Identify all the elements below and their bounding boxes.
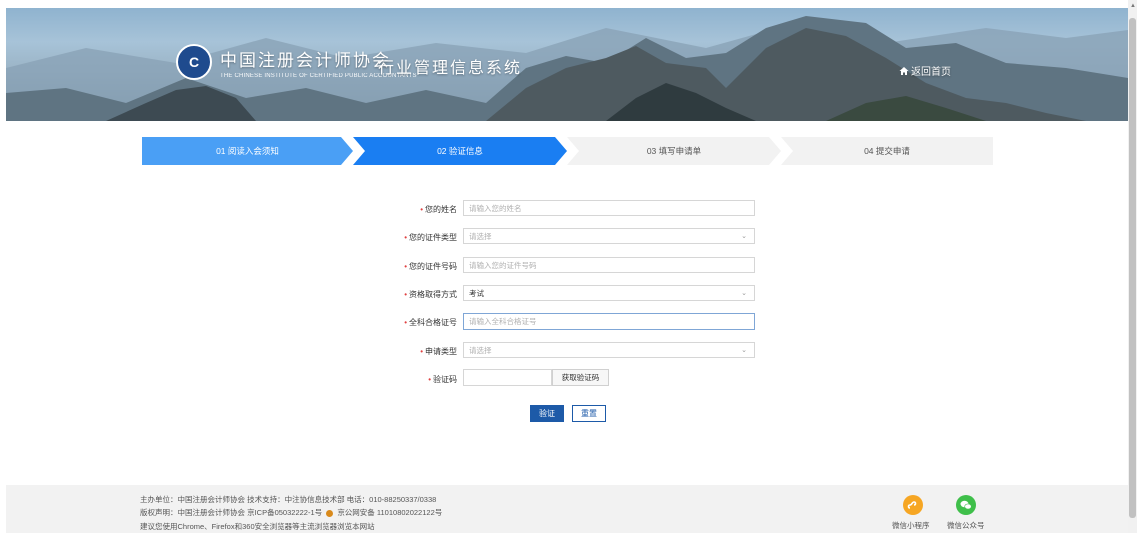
id-type-label: • 您的证件类型	[404, 233, 457, 242]
id-type-select[interactable]: 请选择 ⌄	[463, 228, 755, 244]
name-label: • 您的姓名	[420, 205, 457, 214]
verify-button[interactable]: 验证	[530, 405, 564, 422]
logo-emblem-icon: C	[176, 44, 212, 80]
step-2-label: 02 验证信息	[437, 146, 483, 156]
qualification-method-label: • 资格取得方式	[404, 290, 457, 299]
step-2: 02 验证信息	[353, 137, 567, 165]
footer: 主办单位：中国注册会计师协会 技术支持：中注协信息技术部 电话：010-8825…	[6, 485, 1128, 533]
mini-program-label: 微信小程序	[892, 521, 930, 530]
step-3-label: 03 填写申请单	[646, 146, 702, 156]
home-icon	[899, 66, 909, 75]
scrollbar-thumb[interactable]	[1129, 18, 1136, 518]
name-input[interactable]: 请输入您的姓名	[463, 200, 755, 216]
get-code-button[interactable]: 获取验证码	[552, 369, 609, 386]
official-account-label: 微信公众号	[947, 521, 985, 530]
system-title: 行业管理信息系统	[378, 58, 523, 77]
scroll-up-icon[interactable]: ▲	[1130, 3, 1136, 9]
home-link-label: 返回首页	[911, 67, 951, 78]
mini-program-icon[interactable]	[903, 495, 923, 515]
chevron-down-icon: ⌄	[741, 347, 747, 354]
home-link[interactable]: 返回首页	[899, 63, 951, 78]
application-type-label: • 申请类型	[420, 347, 457, 356]
page-scrollbar[interactable]: ▲	[1128, 0, 1137, 533]
wechat-icon[interactable]	[956, 495, 976, 515]
certificate-number-input[interactable]: 请输入全科合格证号	[463, 313, 755, 330]
step-4: 04 提交申请	[781, 137, 993, 165]
id-number-input[interactable]: 请输入您的证件号码	[463, 257, 755, 273]
header-banner: C 中国注册会计师协会 THE CHINESE INSTITUTE OF CER…	[6, 8, 1128, 121]
step-1-label: 01 阅读入会须知	[216, 146, 279, 156]
certificate-number-label: • 全科合格证号	[404, 318, 457, 327]
captcha-input[interactable]	[463, 369, 552, 386]
progress-steps: 01 阅读入会须知 02 验证信息 03 填写申请单 04 提交申请	[142, 137, 993, 165]
application-type-select[interactable]: 请选择 ⌄	[463, 342, 755, 358]
footer-browser-tip: 建议您使用Chrome、Firefox和360安全浏览器等主流浏览器浏览本网站	[140, 522, 375, 531]
footer-copyright: 版权声明：中国注册会计师协会 京ICP备05032222-1号 京公网安备 11…	[140, 508, 443, 517]
id-number-label: • 您的证件号码	[404, 262, 457, 271]
reset-button[interactable]: 重置	[572, 405, 606, 422]
chevron-down-icon: ⌄	[741, 290, 747, 297]
qualification-method-select[interactable]: 考试 ⌄	[463, 285, 755, 301]
mountain-scenery	[6, 16, 1128, 121]
police-badge-icon	[326, 509, 334, 517]
step-1: 01 阅读入会须知	[142, 137, 353, 165]
captcha-label: • 验证码	[428, 375, 457, 384]
step-4-label: 04 提交申请	[864, 146, 910, 156]
footer-organizer: 主办单位：中国注册会计师协会 技术支持：中注协信息技术部 电话：010-8825…	[140, 495, 437, 504]
chevron-down-icon: ⌄	[741, 233, 747, 240]
step-3: 03 填写申请单	[567, 137, 781, 165]
